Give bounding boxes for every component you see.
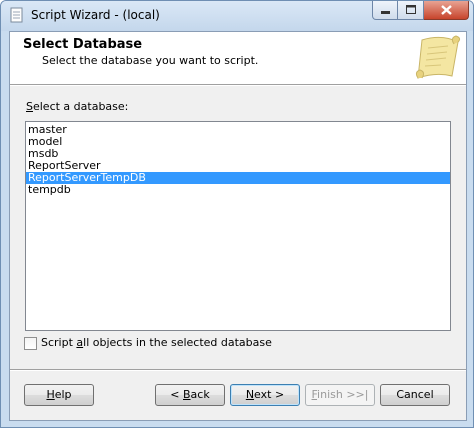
finish-label-rest: inish >>| (317, 388, 369, 401)
wizard-window: Script Wizard - (local) Select Database … (0, 0, 474, 428)
title-bar[interactable]: Script Wizard - (local) (1, 1, 473, 31)
list-item[interactable]: master (26, 124, 450, 136)
next-label-rest: ext > (254, 388, 285, 401)
back-label-a: < (170, 388, 183, 401)
header-separator (10, 84, 466, 86)
list-item-selected[interactable]: ReportServerTempDB (26, 172, 450, 184)
list-item[interactable]: model (26, 136, 450, 148)
help-button[interactable]: Help (24, 384, 94, 406)
select-label-accelerator: S (26, 100, 33, 113)
back-accelerator: B (183, 388, 191, 401)
wizard-header: Select Database Select the database you … (10, 32, 466, 84)
select-label-rest: elect a database: (32, 100, 129, 113)
document-icon (10, 7, 23, 23)
minimize-icon (381, 11, 390, 14)
back-button[interactable]: < Back (155, 384, 225, 406)
next-accelerator: N (245, 388, 255, 401)
script-all-label: Script all objects in the selected datab… (41, 336, 272, 349)
page-subtitle: Select the database you want to script. (42, 54, 259, 67)
back-label-c: ack (190, 388, 210, 401)
scroll-icon (415, 35, 461, 79)
maximize-button[interactable] (398, 1, 424, 20)
finish-button: Finish >>| (305, 384, 375, 406)
page-title: Select Database (23, 37, 143, 52)
maximize-icon (406, 5, 416, 14)
help-accelerator: H (46, 388, 55, 401)
script-all-label-c: ll objects in the selected database (83, 336, 272, 349)
list-item[interactable]: tempdb (26, 184, 450, 196)
cancel-button[interactable]: Cancel (380, 384, 450, 406)
footer-separator (10, 369, 466, 371)
script-all-label-a: Script (41, 336, 77, 349)
next-button[interactable]: Next > (230, 384, 300, 406)
window-title: Script Wizard - (local) (31, 8, 160, 22)
minimize-button[interactable] (372, 1, 398, 20)
close-button[interactable] (424, 1, 469, 20)
select-database-label: Select a database: (26, 100, 128, 113)
wizard-client-area: Select Database Select the database you … (9, 31, 467, 421)
database-listbox[interactable]: master model msdb ReportServer ReportSer… (25, 121, 451, 331)
help-label-rest: elp (54, 388, 72, 401)
script-all-checkbox[interactable] (24, 337, 37, 350)
close-icon (441, 5, 452, 15)
